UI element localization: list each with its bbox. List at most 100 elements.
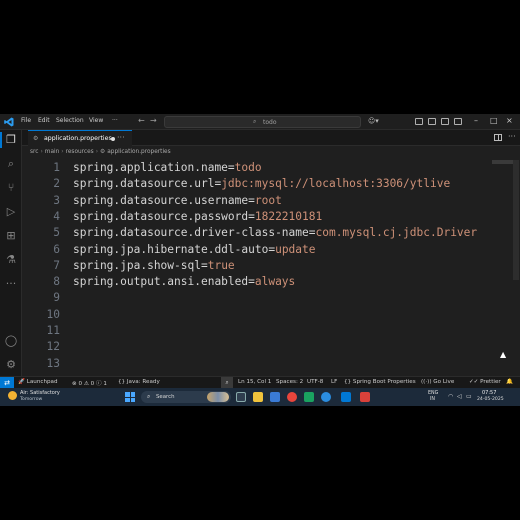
mouse-pointer-icon: ▲: [500, 350, 507, 359]
go-live-button[interactable]: ((·)) Go Live: [421, 379, 454, 385]
problems-button[interactable]: ⊗ 0 ⚠ 0 ⓘ 1: [72, 379, 107, 387]
minimize-icon[interactable]: –: [474, 116, 478, 125]
error-count: 0: [78, 381, 83, 387]
language-indicator[interactable]: ENG: [428, 391, 438, 396]
toggle-secondary-sidebar-icon[interactable]: [441, 118, 449, 125]
code-line[interactable]: 9: [22, 290, 492, 306]
notifications-bell-icon[interactable]: 🔔: [506, 379, 513, 385]
language-mode-button[interactable]: {} Spring Boot Properties: [344, 379, 416, 385]
menu-edit[interactable]: Edit: [38, 117, 50, 124]
editor-more-actions-icon[interactable]: ···: [508, 132, 516, 141]
run-debug-icon[interactable]: ▷: [4, 205, 18, 219]
chrome-icon[interactable]: [287, 392, 297, 402]
indentation-button[interactable]: Spaces: 2: [276, 379, 303, 385]
language-region: IN: [430, 397, 436, 402]
status-bar: ⇄ 🚀 Launchpad ⊗ 0 ⚠ 0 ⓘ 1 {} Java: Ready…: [0, 376, 520, 389]
more-views-icon[interactable]: ···: [4, 277, 18, 291]
split-editor-icon[interactable]: [494, 134, 502, 141]
clock-time[interactable]: 07:57: [482, 390, 496, 396]
code-text: spring.output.ansi.enabled=always: [73, 274, 295, 290]
tab-application-properties[interactable]: ⚙ application.properties ···: [28, 130, 132, 146]
property-value: 1822210181: [254, 209, 323, 223]
explorer-icon[interactable]: ❐: [4, 133, 18, 147]
app-icon-green[interactable]: [304, 392, 314, 402]
line-number: 4: [53, 209, 60, 223]
prettier-button[interactable]: ✓✓ Prettier: [469, 379, 501, 385]
forward-arrow-icon[interactable]: →: [150, 116, 157, 125]
customize-layout-icon[interactable]: [454, 118, 462, 125]
menu-view[interactable]: View: [89, 117, 103, 124]
breadcrumb-item[interactable]: resources: [66, 149, 94, 155]
eol-button[interactable]: LF: [331, 379, 337, 385]
code-editor[interactable]: 1 spring.application.name=todo 2 spring.dat…: [22, 160, 520, 388]
search-view-icon[interactable]: ⌕: [4, 157, 18, 171]
toggle-panel-icon[interactable]: [428, 118, 436, 125]
app-icon-red[interactable]: [360, 392, 370, 402]
property-key: spring.datasource.url=: [73, 177, 222, 191]
property-value: update: [275, 242, 316, 256]
active-view-indicator: [0, 132, 2, 148]
code-line[interactable]: 13: [22, 356, 492, 372]
search-icon: ⌕: [147, 393, 151, 400]
weather-title[interactable]: Air: Satisfactory: [20, 390, 60, 396]
encoding-button[interactable]: UTF-8: [307, 379, 323, 385]
maximize-icon[interactable]: □: [490, 116, 498, 125]
line-number: 13: [46, 356, 60, 370]
code-line[interactable]: 5 spring.datasource.driver-class-name=com…: [22, 225, 492, 241]
volume-icon[interactable]: ◁: [457, 393, 462, 400]
account-icon[interactable]: ◯: [4, 334, 18, 348]
command-center[interactable]: ⌕ todo: [164, 116, 361, 128]
testing-icon[interactable]: ⚗: [4, 253, 18, 267]
taskbar-search[interactable]: ⌕ Search: [141, 391, 231, 403]
extensions-icon[interactable]: ⊞: [4, 229, 18, 243]
code-line[interactable]: 11: [22, 323, 492, 339]
source-control-icon[interactable]: ⑂: [4, 181, 18, 195]
vertical-scrollbar[interactable]: [513, 160, 519, 280]
code-line[interactable]: 10: [22, 307, 492, 323]
menu-file[interactable]: File: [21, 117, 31, 124]
menu-more[interactable]: ···: [112, 117, 118, 124]
code-line[interactable]: 12: [22, 339, 492, 355]
code-text: spring.datasource.password=1822210181: [73, 209, 322, 225]
code-line[interactable]: 4 spring.datasource.password=1822210181: [22, 209, 492, 225]
edge-icon[interactable]: [321, 392, 331, 402]
windows-start-icon[interactable]: [125, 392, 135, 402]
tab-overflow-icon[interactable]: ···: [117, 133, 125, 142]
launchpad-button[interactable]: 🚀 Launchpad: [18, 379, 58, 385]
code-text: spring.jpa.hibernate.ddl-auto=update: [73, 242, 316, 258]
chevron-right-icon: ›: [40, 149, 43, 155]
code-line[interactable]: 1 spring.application.name=todo: [22, 160, 492, 176]
code-line[interactable]: 6 spring.jpa.hibernate.ddl-auto=update: [22, 242, 492, 258]
battery-icon[interactable]: ▭: [466, 393, 472, 400]
breadcrumb-item[interactable]: src: [30, 149, 38, 155]
language-mode-label: Spring Boot Properties: [352, 379, 416, 385]
store-icon[interactable]: [270, 392, 280, 402]
property-key: spring.jpa.hibernate.ddl-auto=: [73, 242, 276, 256]
close-icon[interactable]: ×: [506, 116, 513, 125]
zoom-icon[interactable]: ⌕: [221, 377, 233, 388]
breadcrumb-item[interactable]: main: [45, 149, 59, 155]
code-text: spring.datasource.driver-class-name=com.…: [73, 225, 477, 241]
java-status-button[interactable]: {} Java: Ready: [118, 379, 160, 385]
property-key: spring.output.ansi.enabled=: [73, 275, 255, 289]
task-view-icon[interactable]: [236, 392, 246, 402]
code-line[interactable]: 7 spring.jpa.show-sql=true: [22, 258, 492, 274]
back-arrow-icon[interactable]: ←: [138, 116, 145, 125]
code-line[interactable]: 2 spring.datasource.url=jdbc:mysql://loca…: [22, 176, 492, 192]
settings-gear-icon[interactable]: ⚙: [4, 358, 18, 372]
menu-selection[interactable]: Selection: [56, 117, 84, 124]
go-live-label: Go Live: [433, 379, 455, 385]
cursor-position-button[interactable]: Ln 15, Col 1: [238, 379, 271, 385]
code-line[interactable]: 3 spring.datasource.username=root: [22, 193, 492, 209]
property-key: spring.datasource.username=: [73, 193, 255, 207]
line-number: 10: [46, 307, 60, 321]
toggle-primary-sidebar-icon[interactable]: [415, 118, 423, 125]
weather-sun-icon[interactable]: [8, 391, 17, 400]
code-line[interactable]: 8 spring.output.ansi.enabled=always: [22, 274, 492, 290]
vscode-taskbar-icon[interactable]: [341, 392, 351, 402]
wifi-icon[interactable]: ◠: [448, 393, 453, 400]
copilot-icon[interactable]: ☺▾: [368, 117, 379, 125]
breadcrumb-item[interactable]: application.properties: [107, 149, 170, 155]
file-explorer-icon[interactable]: [253, 392, 263, 402]
unsaved-dot-icon[interactable]: [111, 137, 115, 141]
